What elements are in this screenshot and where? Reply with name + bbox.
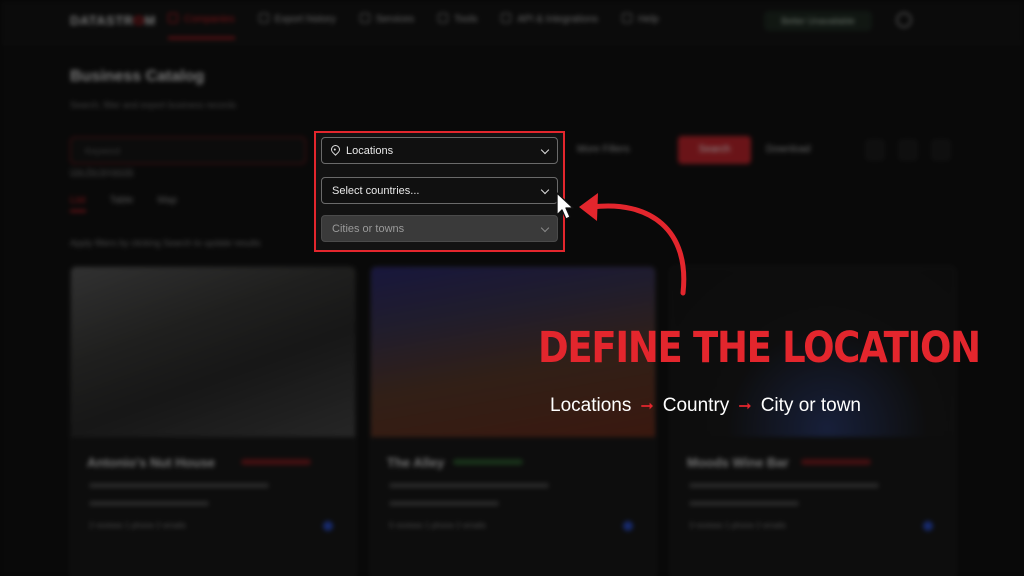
step-country: Country	[662, 395, 730, 416]
step-city: City or town	[760, 395, 861, 416]
arrow-right-icon: ➞	[738, 398, 752, 415]
arrow-head	[579, 193, 598, 221]
curved-arrow	[589, 203, 687, 296]
annotation-headline: DEFINE THE LOCATION	[538, 323, 981, 373]
arrow-right-icon: ➞	[640, 398, 654, 415]
annotation-steps: Locations ➞ Country ➞ City or town	[550, 395, 861, 417]
step-locations: Locations	[550, 395, 632, 416]
cursor-icon	[556, 192, 574, 220]
annotation-graphics	[556, 192, 687, 296]
